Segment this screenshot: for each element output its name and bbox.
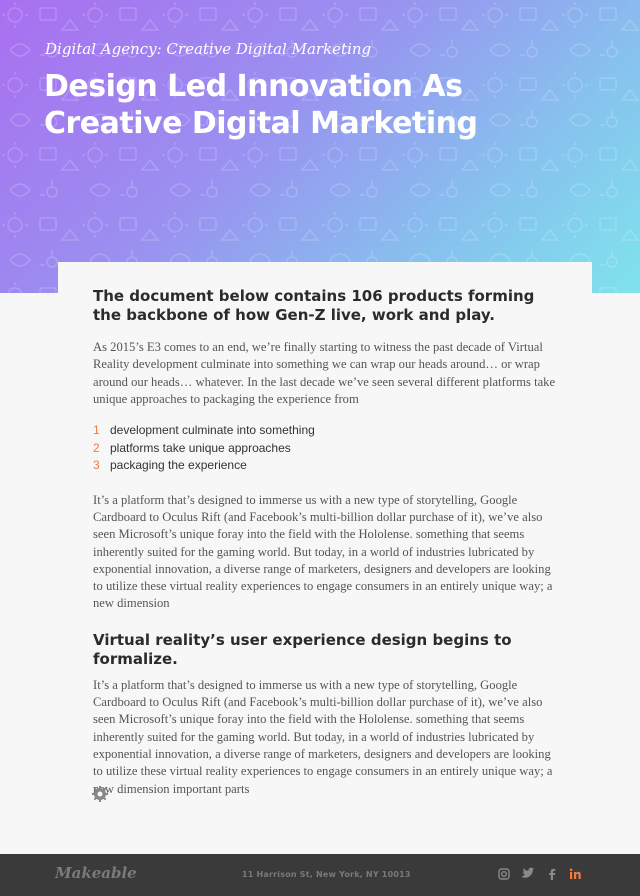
footer-address: 11 Harrison St, New York, NY 10013 [242,870,411,879]
list-text: packaging the experience [110,458,247,473]
list-number: 2 [93,440,100,455]
list-item: 3 packaging the experience [93,457,563,475]
instagram-icon[interactable] [497,867,511,881]
twitter-icon[interactable] [521,867,535,881]
footer: Makeable 11 Harrison St, New York, NY 10… [0,854,640,896]
list-number: 1 [93,423,100,438]
list-text: platforms take unique approaches [110,440,291,455]
hero-eyebrow: Digital Agency: Creative Digital Marketi… [45,40,372,58]
gear-icon [92,786,108,802]
list-text: development culminate into something [110,423,315,438]
body-paragraph-2: It’s a platform that’s designed to immer… [93,677,553,796]
hero-banner: Digital Agency: Creative Digital Marketi… [0,0,640,293]
intro-paragraph: As 2015’s E3 comes to an end, we’re fina… [93,340,556,406]
list-item: 1 development culminate into something [93,422,563,440]
list-number: 3 [93,458,100,473]
numbered-list: 1 development culminate into something 2p… [93,422,563,475]
body-paragraph: It’s a platform that’s designed to immer… [93,492,553,611]
article-body: The document below contains 106 products… [93,287,563,798]
article-lead: The document below contains 106 products… [93,287,535,324]
facebook-icon[interactable] [545,867,559,881]
hero-title: Design Led Innovation As Creative Digita… [44,69,478,141]
list-item: 2 platforms take unique approaches [93,440,563,458]
linkedin-icon[interactable] [568,867,582,881]
section-heading: Virtual reality’s user experience design… [93,630,512,668]
footer-logo[interactable]: Makeable [55,864,137,882]
